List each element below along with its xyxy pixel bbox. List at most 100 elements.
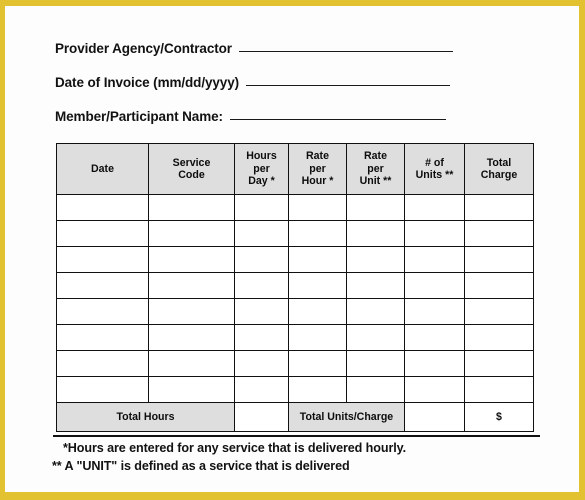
table-cell[interactable] bbox=[234, 272, 289, 299]
total-charge-value-cell[interactable]: $ bbox=[464, 402, 534, 432]
table-cell[interactable] bbox=[56, 298, 149, 325]
invoice-sheet: Provider Agency/Contractor Date of Invoi… bbox=[5, 6, 579, 492]
table-cell[interactable] bbox=[288, 298, 347, 325]
table-cell[interactable] bbox=[346, 324, 405, 351]
table-cell[interactable] bbox=[346, 350, 405, 377]
field-date-of-invoice-rule[interactable] bbox=[246, 85, 450, 86]
table-cell[interactable] bbox=[404, 324, 465, 351]
table-cell[interactable] bbox=[346, 272, 405, 299]
table-row bbox=[56, 324, 534, 351]
table-cell[interactable] bbox=[148, 350, 235, 377]
table-row bbox=[56, 298, 534, 325]
field-member-name-label: Member/Participant Name: bbox=[55, 109, 223, 124]
total-units-charge-label: Total Units/Charge bbox=[288, 402, 405, 432]
footnote-hours: *Hours are entered for any service that … bbox=[63, 441, 407, 455]
footnote-unit: ** A "UNIT" is defined as a service that… bbox=[52, 459, 350, 473]
column-header-hours-per-day: Hours per Day * bbox=[234, 143, 289, 195]
table-cell[interactable] bbox=[56, 324, 149, 351]
column-header-total-charge-line1: Total bbox=[486, 156, 512, 169]
table-row bbox=[56, 246, 534, 273]
table-cell[interactable] bbox=[464, 272, 534, 299]
table-cell[interactable] bbox=[148, 246, 235, 273]
field-date-of-invoice-label: Date of Invoice (mm/dd/yyyy) bbox=[55, 75, 239, 90]
table-cell[interactable] bbox=[56, 272, 149, 299]
column-header-rate-per-hour-line1: Rate bbox=[306, 150, 329, 163]
table-header: Date Service Code Hours per Day * Rate p… bbox=[56, 143, 534, 195]
table-cell[interactable] bbox=[148, 194, 235, 221]
table-cell[interactable] bbox=[56, 376, 149, 403]
table-cell[interactable] bbox=[56, 220, 149, 247]
table-cell[interactable] bbox=[56, 350, 149, 377]
table-cell[interactable] bbox=[56, 194, 149, 221]
table-cell[interactable] bbox=[346, 376, 405, 403]
column-header-rate-per-unit-line1: Rate bbox=[364, 150, 387, 163]
column-header-rate-per-unit-line2: per bbox=[367, 162, 384, 175]
field-provider-agency: Provider Agency/Contractor bbox=[55, 41, 453, 56]
table-cell[interactable] bbox=[288, 350, 347, 377]
table-cell[interactable] bbox=[404, 298, 465, 325]
table-header-row: Date Service Code Hours per Day * Rate p… bbox=[56, 143, 534, 195]
table-cell[interactable] bbox=[234, 350, 289, 377]
table-cell[interactable] bbox=[234, 194, 289, 221]
column-header-number-of-units-line1: # of bbox=[425, 156, 444, 169]
column-header-hours-per-day-line2: per bbox=[253, 162, 270, 175]
table-cell[interactable] bbox=[464, 194, 534, 221]
table-cell[interactable] bbox=[404, 376, 465, 403]
total-hours-value-cell[interactable] bbox=[234, 402, 289, 432]
table-cell[interactable] bbox=[234, 246, 289, 273]
field-member-name: Member/Participant Name: bbox=[55, 109, 446, 124]
column-header-date-line1: Date bbox=[91, 162, 114, 175]
column-header-rate-per-unit: Rate per Unit ** bbox=[346, 143, 405, 195]
column-header-hours-per-day-line3: Day * bbox=[248, 175, 275, 188]
table-cell[interactable] bbox=[464, 220, 534, 247]
column-header-date: Date bbox=[56, 143, 149, 195]
table-body bbox=[56, 194, 534, 403]
table-cell[interactable] bbox=[148, 220, 235, 247]
table-cell[interactable] bbox=[346, 220, 405, 247]
invoice-page: Provider Agency/Contractor Date of Invoi… bbox=[0, 0, 585, 500]
table-cell[interactable] bbox=[404, 220, 465, 247]
table-cell[interactable] bbox=[148, 324, 235, 351]
table-cell[interactable] bbox=[404, 272, 465, 299]
table-cell[interactable] bbox=[346, 246, 405, 273]
service-invoice-table: Date Service Code Hours per Day * Rate p… bbox=[56, 143, 534, 432]
table-cell[interactable] bbox=[56, 246, 149, 273]
table-cell[interactable] bbox=[288, 376, 347, 403]
table-cell[interactable] bbox=[464, 246, 534, 273]
table-cell[interactable] bbox=[346, 194, 405, 221]
table-cell[interactable] bbox=[234, 324, 289, 351]
table-cell[interactable] bbox=[404, 194, 465, 221]
column-header-total-charge: Total Charge bbox=[464, 143, 534, 195]
footnote-divider bbox=[53, 435, 540, 437]
table-cell[interactable] bbox=[148, 272, 235, 299]
table-cell[interactable] bbox=[346, 298, 405, 325]
table-cell[interactable] bbox=[464, 376, 534, 403]
total-hours-label: Total Hours bbox=[56, 402, 235, 432]
column-header-number-of-units-line2: Units ** bbox=[415, 169, 454, 181]
table-cell[interactable] bbox=[234, 376, 289, 403]
column-header-rate-per-hour-line2: per bbox=[309, 162, 326, 175]
column-header-hours-per-day-line1: Hours bbox=[246, 150, 277, 163]
table-cell[interactable] bbox=[288, 246, 347, 273]
table-cell[interactable] bbox=[148, 376, 235, 403]
table-cell[interactable] bbox=[148, 298, 235, 325]
table-cell[interactable] bbox=[464, 298, 534, 325]
field-date-of-invoice: Date of Invoice (mm/dd/yyyy) bbox=[55, 75, 450, 90]
table-cell[interactable] bbox=[404, 350, 465, 377]
table-cell[interactable] bbox=[464, 350, 534, 377]
table-cell[interactable] bbox=[288, 194, 347, 221]
table-cell[interactable] bbox=[288, 220, 347, 247]
field-provider-agency-rule[interactable] bbox=[238, 51, 453, 52]
column-header-service-code-line1: Service bbox=[172, 156, 211, 169]
field-member-name-rule[interactable] bbox=[229, 119, 446, 120]
column-header-service-code: Service Code bbox=[148, 143, 235, 195]
table-cell[interactable] bbox=[234, 298, 289, 325]
total-units-value-cell[interactable] bbox=[404, 402, 465, 432]
table-footer: Total Hours Total Units/Charge $ bbox=[56, 402, 534, 432]
table-cell[interactable] bbox=[288, 272, 347, 299]
table-cell[interactable] bbox=[404, 246, 465, 273]
table-cell[interactable] bbox=[234, 220, 289, 247]
column-header-service-code-line2: Code bbox=[178, 169, 205, 181]
table-cell[interactable] bbox=[464, 324, 534, 351]
table-cell[interactable] bbox=[288, 324, 347, 351]
